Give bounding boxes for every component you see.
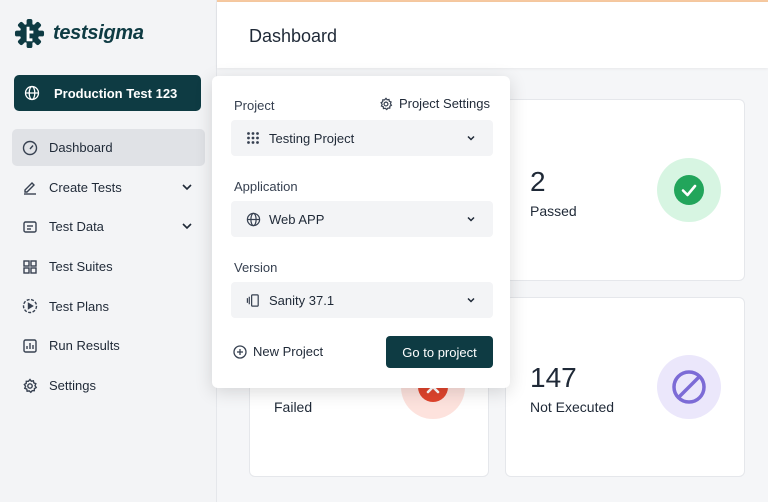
logo-mark-icon xyxy=(14,18,45,49)
sidebar-item-test-data[interactable]: Test Data xyxy=(12,208,205,245)
not-executed-label: Not Executed xyxy=(530,399,615,415)
version-select[interactable]: Sanity 37.1 xyxy=(231,282,493,318)
go-to-project-button[interactable]: Go to project xyxy=(386,336,493,368)
passed-label: Passed xyxy=(530,203,577,219)
failed-label: Failed xyxy=(274,399,313,415)
gear-icon xyxy=(380,96,393,110)
application-select[interactable]: Web APP xyxy=(231,201,493,237)
chevron-down-icon[interactable] xyxy=(181,181,193,193)
sidebar: testsigma Production Test 123 Dashboard … xyxy=(0,0,217,502)
application-label: Application xyxy=(234,179,298,194)
version-stack-icon xyxy=(245,292,261,308)
passed-count: 2 xyxy=(530,166,546,197)
sidebar-item-run-results[interactable]: Run Results xyxy=(12,327,205,364)
sidebar-nav: Dashboard Create Tests Test Data Test Su… xyxy=(12,129,205,407)
project-select[interactable]: Testing Project xyxy=(231,120,493,156)
sidebar-item-dashboard[interactable]: Dashboard xyxy=(12,129,205,166)
not-executed-count: 147 xyxy=(530,362,577,393)
sidebar-item-test-suites[interactable]: Test Suites xyxy=(12,248,205,285)
new-project-label: New Project xyxy=(253,344,324,359)
sidebar-item-settings[interactable]: Settings xyxy=(12,367,205,404)
gauge-icon xyxy=(21,139,39,157)
logo-text: testsigma xyxy=(53,22,144,44)
sidebar-item-label: Run Results xyxy=(49,338,120,354)
version-label: Version xyxy=(234,260,278,275)
chevron-down-icon xyxy=(467,216,475,222)
gear-icon xyxy=(21,377,39,395)
sidebar-item-label: Test Data xyxy=(49,219,104,235)
check-icon xyxy=(674,175,704,205)
sidebar-item-create-tests[interactable]: Create Tests xyxy=(12,169,205,206)
sidebar-item-label: Dashboard xyxy=(49,140,113,155)
environment-button[interactable]: Production Test 123 xyxy=(14,75,201,111)
page-header: Dashboard xyxy=(217,2,768,68)
sidebar-item-label: Settings xyxy=(49,378,96,394)
not-executed-status-circle xyxy=(657,355,721,419)
card-passed[interactable]: 2 Passed xyxy=(505,99,745,281)
blocked-icon xyxy=(672,370,706,404)
chevron-down-icon[interactable] xyxy=(181,220,193,232)
chevron-down-icon xyxy=(467,135,475,141)
application-select-value: Web APP xyxy=(269,211,325,227)
project-select-value: Testing Project xyxy=(269,130,355,146)
version-select-value: Sanity 37.1 xyxy=(269,292,335,308)
globe-icon xyxy=(245,211,261,227)
project-settings-label: Project Settings xyxy=(398,96,490,111)
sidebar-item-label: Test Suites xyxy=(49,259,113,275)
project-label: Project xyxy=(234,98,275,113)
globe-icon xyxy=(24,85,40,101)
project-switcher-popup: Project Project Settings Testing Project… xyxy=(212,76,510,388)
page-title: Dashboard xyxy=(249,26,338,46)
folder-icon xyxy=(21,218,39,236)
chevron-down-icon xyxy=(467,297,475,303)
card-not-executed[interactable]: 147 Not Executed xyxy=(505,297,745,477)
sidebar-item-label: Test Plans xyxy=(49,298,109,314)
passed-status-circle xyxy=(657,158,721,222)
play-circle-icon xyxy=(21,297,39,315)
plus-circle-icon xyxy=(233,344,247,359)
sidebar-item-test-plans[interactable]: Test Plans xyxy=(12,288,205,325)
new-project-button[interactable]: New Project xyxy=(233,344,323,359)
project-settings-link[interactable]: Project Settings xyxy=(379,96,490,111)
grid-icon xyxy=(21,258,39,276)
environment-label: Production Test 123 xyxy=(54,85,178,101)
apps-grid-icon xyxy=(245,130,261,146)
chart-icon xyxy=(21,337,39,355)
pencil-icon xyxy=(21,178,39,196)
sidebar-item-label: Create Tests xyxy=(49,179,122,195)
logo[interactable]: testsigma xyxy=(14,18,144,49)
